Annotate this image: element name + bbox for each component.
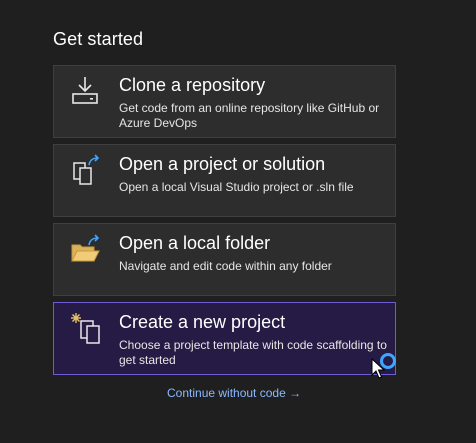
open-project-card[interactable]: Open a project or solution Open a local …	[53, 144, 396, 217]
card-description: Open a local Visual Studio project or .s…	[119, 180, 354, 194]
card-description: Choose a project template with code scaf…	[119, 338, 387, 367]
create-new-project-card[interactable]: Create a new project Choose a project te…	[53, 302, 396, 375]
card-title: Clone a repository	[119, 75, 266, 95]
mouse-pointer-icon	[371, 357, 386, 380]
clone-download-icon	[70, 75, 102, 107]
clone-repository-card[interactable]: Clone a repository Get code from an onli…	[53, 65, 396, 138]
open-folder-card[interactable]: Open a local folder Navigate and edit co…	[53, 223, 396, 296]
section-title: Get started	[53, 29, 144, 49]
card-title: Open a project or solution	[119, 154, 326, 174]
card-description: Get code from an online repository like …	[119, 101, 380, 130]
continue-without-code-link[interactable]: Continue without code →	[167, 386, 301, 400]
open-folder-icon	[70, 233, 102, 265]
new-project-icon	[70, 312, 102, 344]
card-title: Open a local folder	[119, 233, 271, 253]
card-title: Create a new project	[119, 312, 286, 332]
card-description: Navigate and edit code within any folder	[119, 259, 332, 273]
open-project-icon	[70, 154, 102, 186]
get-started-panel: Get started Clone a repository Get code …	[0, 0, 476, 443]
